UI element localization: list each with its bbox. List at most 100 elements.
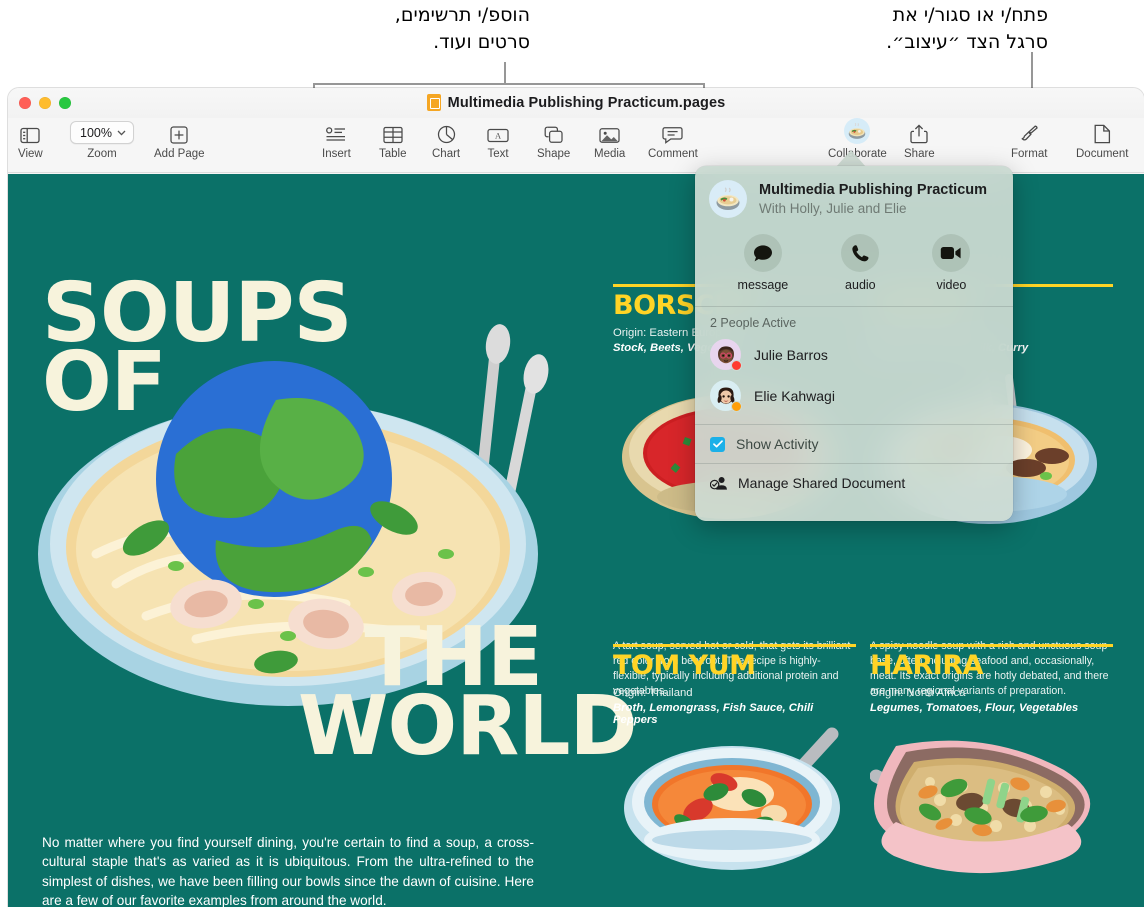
toolbar-label-add-page: Add Page (154, 148, 205, 160)
page-title-hero-lower: THE WORLD (298, 617, 638, 774)
recipe-card-tom-yum: TOM YUM Origin: Thailand Broth, Lemongra… (613, 644, 856, 726)
toolbar-label-share: Share (904, 148, 935, 160)
zoom-level-value: 100% (80, 125, 112, 140)
text-box-icon: A (487, 120, 509, 144)
collaborator-name-julie: Julie Barros (754, 346, 828, 363)
toolbar-button-media[interactable]: Media (594, 120, 625, 160)
toolbar-label-comment: Comment (648, 148, 698, 160)
toolbar-button-table[interactable]: Table (379, 120, 407, 160)
popover-action-label-audio: audio (845, 278, 876, 292)
callout-format-sidebar-text: פתח/י או סגור/י את סרגל הצד ״עיצוב״. (886, 4, 1048, 53)
card-rule (613, 644, 856, 647)
memoji-avatar-elie (710, 380, 742, 412)
toolbar-label-document: Document (1076, 148, 1129, 160)
callout-insert-objects-text: הוספ/י תרשימים, סרטים ועוד. (394, 4, 530, 53)
popover-doc-text: Multimedia Publishing Practicum With Hol… (759, 181, 987, 218)
callout-left-leader-vertical (504, 62, 506, 84)
show-activity-label: Show Activity (736, 436, 819, 452)
hero-line-4: WORLD (298, 678, 638, 774)
phone-icon (841, 234, 880, 272)
collaborate-avatar-icon (844, 118, 871, 144)
toolbar-label-zoom: Zoom (87, 148, 117, 160)
document-title-group: Multimedia Publishing Practicum.pages (8, 94, 1144, 111)
tom-yum-bowl-illustration (624, 727, 840, 870)
card-rule (870, 644, 1113, 647)
toolbar-label-format: Format (1011, 148, 1048, 160)
toolbar-label-media: Media (594, 148, 626, 160)
card-origin-tom-yum: Origin: Thailand (613, 687, 693, 699)
popover-active-count: 2 People Active (710, 316, 797, 330)
popover-doc-title: Multimedia Publishing Practicum (759, 181, 988, 198)
page-title-hero: SOUPS OF (42, 273, 353, 424)
popover-action-video[interactable]: video (932, 234, 971, 292)
status-dot-julie (731, 360, 742, 371)
toolbar-label-text: Text (487, 148, 509, 160)
recipe-card-harira: HARIRA Origin: North Africa Legumes, Tom… (870, 644, 1113, 714)
popover-action-label-message: message (737, 278, 789, 292)
popover-action-label-video: video (936, 278, 967, 292)
insert-list-icon (325, 120, 347, 144)
sidebar-icon (20, 120, 41, 144)
document-page-icon (1094, 120, 1111, 144)
toolbar-control-zoom[interactable]: 100% Zoom (70, 120, 134, 160)
manage-shared-document-button[interactable]: Manage Shared Document (695, 464, 1013, 502)
status-dot-elie (731, 401, 742, 412)
show-activity-toggle[interactable]: Show Activity (695, 425, 1013, 463)
svg-text:A: A (495, 132, 501, 141)
toolbar-button-share[interactable]: Share (904, 120, 935, 160)
manage-people-icon (710, 477, 727, 490)
pie-chart-icon (437, 120, 456, 144)
table-grid-icon (383, 120, 403, 144)
toolbar-label-chart: Chart (432, 148, 461, 160)
intro-paragraph: No matter where you find yourself dining… (42, 835, 534, 907)
paintbrush-icon (1019, 120, 1039, 144)
callout-left-leader-horizontal (313, 83, 705, 85)
document-title[interactable]: Multimedia Publishing Practicum.pages (448, 95, 726, 111)
popover-actions: message audio video (695, 218, 1013, 296)
toolbar-label-insert: Insert (322, 148, 351, 160)
card-title-harira: HARIRA (870, 650, 984, 681)
toolbar-button-view[interactable]: View (18, 120, 43, 160)
popover-tail (836, 150, 866, 167)
toolbar-button-insert[interactable]: Insert (322, 120, 351, 160)
window-titlebar: Multimedia Publishing Practicum.pages (8, 88, 1144, 118)
collaborator-row-julie[interactable]: Julie Barros (695, 334, 1013, 375)
manage-shared-document-label: Manage Shared Document (738, 475, 906, 491)
card-title-tom-yum: TOM YUM (613, 650, 756, 681)
toolbar-label-view: View (18, 148, 43, 160)
zoom-popup-wrap: 100% (70, 120, 134, 144)
popover-header: Multimedia Publishing Practicum With Hol… (695, 166, 1013, 218)
chevron-down-icon (117, 130, 126, 136)
popover-action-message[interactable]: message (737, 234, 789, 292)
card-ingredients-harira: Legumes, Tomatoes, Flour, Vegetables (870, 702, 1079, 714)
collaborator-name-elie: Elie Kahwagi (754, 387, 835, 404)
toolbar-button-shape[interactable]: Shape (537, 120, 570, 160)
collaborator-row-elie[interactable]: Elie Kahwagi (695, 375, 1013, 416)
video-camera-icon (932, 234, 971, 272)
collaborate-glyph-wrap (844, 118, 871, 144)
message-bubble-icon (743, 234, 782, 272)
comment-bubble-icon (662, 120, 684, 144)
memoji-avatar-julie (710, 339, 742, 371)
toolbar-button-document[interactable]: Document (1076, 120, 1128, 160)
pages-document-icon (426, 94, 441, 111)
photo-icon (599, 120, 620, 144)
soup-bowl-avatar-icon (709, 180, 747, 218)
screenshot-root: הוספ/י תרשימים, סרטים ועוד. פתח/י או סגו… (0, 0, 1144, 907)
zoom-popup-button[interactable]: 100% (70, 121, 134, 144)
popover-action-audio[interactable]: audio (841, 234, 880, 292)
toolbar-button-text[interactable]: A Text (487, 120, 509, 160)
toolbar-button-comment[interactable]: Comment (648, 120, 698, 160)
toolbar-button-chart[interactable]: Chart (432, 120, 460, 160)
toolbar-label-shape: Shape (537, 148, 571, 160)
toolbar-button-add-page[interactable]: Add Page (154, 120, 205, 160)
checkbox-checked-icon[interactable] (710, 436, 725, 452)
shapes-icon (544, 120, 564, 144)
toolbar-button-format[interactable]: Format (1011, 120, 1047, 160)
collaborate-popover[interactable]: Multimedia Publishing Practicum With Hol… (695, 166, 1013, 521)
share-arrow-icon (910, 120, 928, 144)
app-toolbar: View 100% Zoom Add Page Insert Table Cha… (8, 118, 1144, 173)
harira-bowl-illustration (870, 740, 1091, 874)
card-origin-harira: Origin: North Africa (870, 687, 966, 699)
popover-doc-subtitle: With Holly, Julie and Elie (759, 200, 907, 216)
